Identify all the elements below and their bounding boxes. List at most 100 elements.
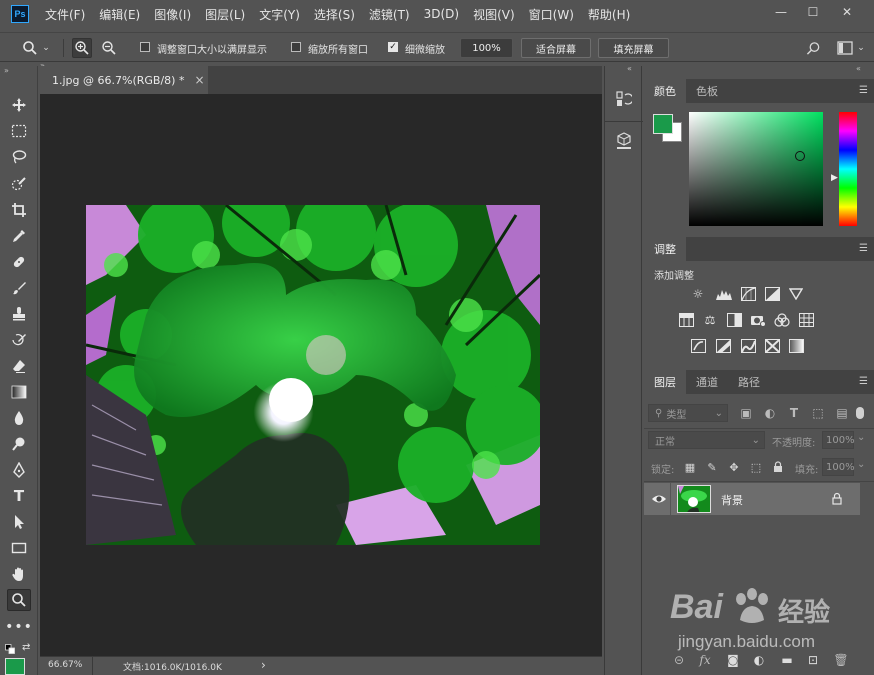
brush-tool-icon[interactable] bbox=[7, 277, 31, 299]
levels-icon[interactable] bbox=[715, 286, 733, 302]
gradient-map-icon[interactable] bbox=[787, 338, 805, 354]
workspace-icon[interactable] bbox=[835, 38, 855, 58]
tab-channels[interactable]: 通道 bbox=[686, 370, 728, 394]
saturation-brightness-field[interactable] bbox=[689, 112, 823, 226]
black-white-icon[interactable] bbox=[725, 312, 743, 328]
clone-stamp-tool-icon[interactable] bbox=[7, 303, 31, 325]
more-tools-icon[interactable]: ••• bbox=[5, 616, 32, 638]
fill-chevron-icon[interactable]: ⌄ bbox=[857, 459, 865, 470]
vibrance-icon[interactable] bbox=[787, 286, 805, 302]
layer-lock-icon[interactable] bbox=[832, 492, 842, 505]
panel-menu-icon[interactable]: ☰ bbox=[859, 376, 868, 387]
foreground-color-picker[interactable] bbox=[653, 114, 673, 134]
filter-smart-objects-icon[interactable]: ▤ bbox=[833, 405, 851, 421]
history-brush-tool-icon[interactable] bbox=[7, 329, 31, 351]
fill-field[interactable]: 100% bbox=[822, 458, 855, 476]
color-balance-icon[interactable]: ⚖ bbox=[701, 312, 719, 328]
expand-toolbar-icon[interactable]: » bbox=[4, 66, 9, 75]
hand-tool-icon[interactable] bbox=[7, 563, 31, 585]
threshold-icon[interactable] bbox=[739, 338, 757, 354]
tab-swatches[interactable]: 色板 bbox=[686, 79, 728, 103]
blur-tool-icon[interactable] bbox=[7, 407, 31, 429]
marquee-tool-icon[interactable] bbox=[7, 120, 31, 142]
canvas-area[interactable] bbox=[40, 94, 602, 656]
photo-filter-icon[interactable] bbox=[749, 312, 767, 328]
panel-menu-icon[interactable]: ☰ bbox=[859, 85, 868, 96]
lasso-tool-icon[interactable] bbox=[7, 146, 31, 168]
document-tab[interactable]: 1.jpg @ 66.7%(RGB/8) * × bbox=[40, 66, 208, 94]
close-tab-icon[interactable]: × bbox=[194, 73, 204, 87]
menu-view[interactable]: 视图(V) bbox=[473, 6, 515, 23]
filter-pixel-layers-icon[interactable]: ▣ bbox=[737, 405, 755, 421]
lock-all-icon[interactable] bbox=[770, 459, 786, 475]
opacity-chevron-icon[interactable]: ⌄ bbox=[857, 432, 865, 443]
pen-tool-icon[interactable] bbox=[7, 459, 31, 481]
move-tool-icon[interactable] bbox=[7, 94, 31, 116]
color-picker-handle[interactable] bbox=[795, 151, 805, 161]
close-window-button[interactable]: ✕ bbox=[834, 2, 860, 22]
zoom-all-windows-checkbox[interactable] bbox=[291, 42, 301, 52]
tab-adjustments[interactable]: 调整 bbox=[644, 237, 686, 261]
zoom-out-icon[interactable] bbox=[99, 38, 119, 58]
menu-filter[interactable]: 滤镜(T) bbox=[369, 6, 410, 23]
layer-name[interactable]: 背景 bbox=[721, 492, 743, 508]
filter-type-layers-icon[interactable]: T bbox=[785, 405, 803, 421]
eyedropper-tool-icon[interactable] bbox=[7, 225, 31, 247]
posterize-icon[interactable] bbox=[714, 338, 732, 354]
menu-3d[interactable]: 3D(D) bbox=[424, 7, 459, 21]
tab-color[interactable]: 颜色 bbox=[644, 79, 686, 103]
search-icon[interactable] bbox=[803, 38, 823, 58]
menu-select[interactable]: 选择(S) bbox=[314, 6, 355, 23]
lock-transparent-pixels-icon[interactable]: ▦ bbox=[682, 459, 698, 475]
brightness-contrast-icon[interactable]: ☼ bbox=[689, 286, 707, 302]
filter-shape-layers-icon[interactable]: ⬚ bbox=[809, 405, 827, 421]
workspace-chevron-down-icon[interactable]: ⌄ bbox=[855, 38, 867, 58]
layer-visibility-eye-icon[interactable] bbox=[651, 491, 667, 507]
tab-paths[interactable]: 路径 bbox=[728, 370, 770, 394]
crop-tool-icon[interactable] bbox=[7, 199, 31, 221]
document-image[interactable] bbox=[86, 205, 540, 545]
menu-file[interactable]: 文件(F) bbox=[45, 6, 85, 23]
gradient-tool-icon[interactable] bbox=[7, 381, 31, 403]
path-selection-tool-icon[interactable] bbox=[7, 511, 31, 533]
lock-image-pixels-icon[interactable]: ✎ bbox=[704, 459, 720, 475]
filter-toggle-icon[interactable] bbox=[856, 407, 864, 419]
invert-icon[interactable] bbox=[689, 338, 707, 354]
menu-window[interactable]: 窗口(W) bbox=[529, 6, 574, 23]
selective-color-icon[interactable] bbox=[763, 338, 781, 354]
color-lookup-icon[interactable] bbox=[797, 312, 815, 328]
expand-dock-icon[interactable]: « bbox=[627, 64, 632, 73]
menu-help[interactable]: 帮助(H) bbox=[588, 6, 630, 23]
fit-screen-button[interactable]: 适合屏幕 bbox=[521, 38, 591, 58]
scrubby-zoom-checkbox[interactable]: ✓ bbox=[388, 42, 398, 52]
panel-menu-icon[interactable]: ☰ bbox=[859, 243, 868, 254]
zoom-tool-preset-icon[interactable] bbox=[20, 38, 40, 58]
type-tool-icon[interactable]: T bbox=[7, 485, 31, 507]
zoom-tool-icon[interactable] bbox=[7, 589, 31, 611]
3d-panel-icon[interactable] bbox=[616, 132, 632, 150]
chevron-down-icon[interactable]: ⌄ bbox=[40, 38, 52, 58]
maximize-button[interactable]: ☐ bbox=[800, 2, 826, 22]
opacity-field[interactable]: 100% bbox=[822, 431, 855, 449]
dodge-tool-icon[interactable] bbox=[7, 433, 31, 455]
eraser-tool-icon[interactable] bbox=[7, 355, 31, 377]
menu-edit[interactable]: 编辑(E) bbox=[99, 6, 140, 23]
status-menu-arrow-icon[interactable]: › bbox=[261, 658, 266, 672]
layer-filter-kind-select[interactable]: ⚲ 类型 ⌄ bbox=[648, 404, 728, 422]
lock-artboard-icon[interactable]: ⬚ bbox=[748, 459, 764, 475]
zoom-percent-field[interactable]: 100% bbox=[460, 38, 513, 58]
minimize-button[interactable]: — bbox=[768, 2, 794, 22]
exposure-icon[interactable] bbox=[763, 286, 781, 302]
layer-row[interactable]: 背景 bbox=[644, 483, 860, 515]
history-panel-icon[interactable] bbox=[616, 90, 634, 108]
tab-layers[interactable]: 图层 bbox=[644, 370, 686, 394]
foreground-color-swatch[interactable] bbox=[5, 658, 25, 675]
swap-colors-icon[interactable]: ⇄ bbox=[22, 642, 30, 653]
menu-layer[interactable]: 图层(L) bbox=[205, 6, 245, 23]
blend-mode-select[interactable]: 正常 ⌄ bbox=[648, 431, 765, 449]
rectangle-tool-icon[interactable] bbox=[7, 537, 31, 559]
menu-type[interactable]: 文字(Y) bbox=[259, 6, 300, 23]
filter-adjustment-layers-icon[interactable]: ◐ bbox=[761, 405, 779, 421]
menu-image[interactable]: 图像(I) bbox=[154, 6, 191, 23]
zoom-level-text[interactable]: 66.67% bbox=[48, 660, 82, 670]
